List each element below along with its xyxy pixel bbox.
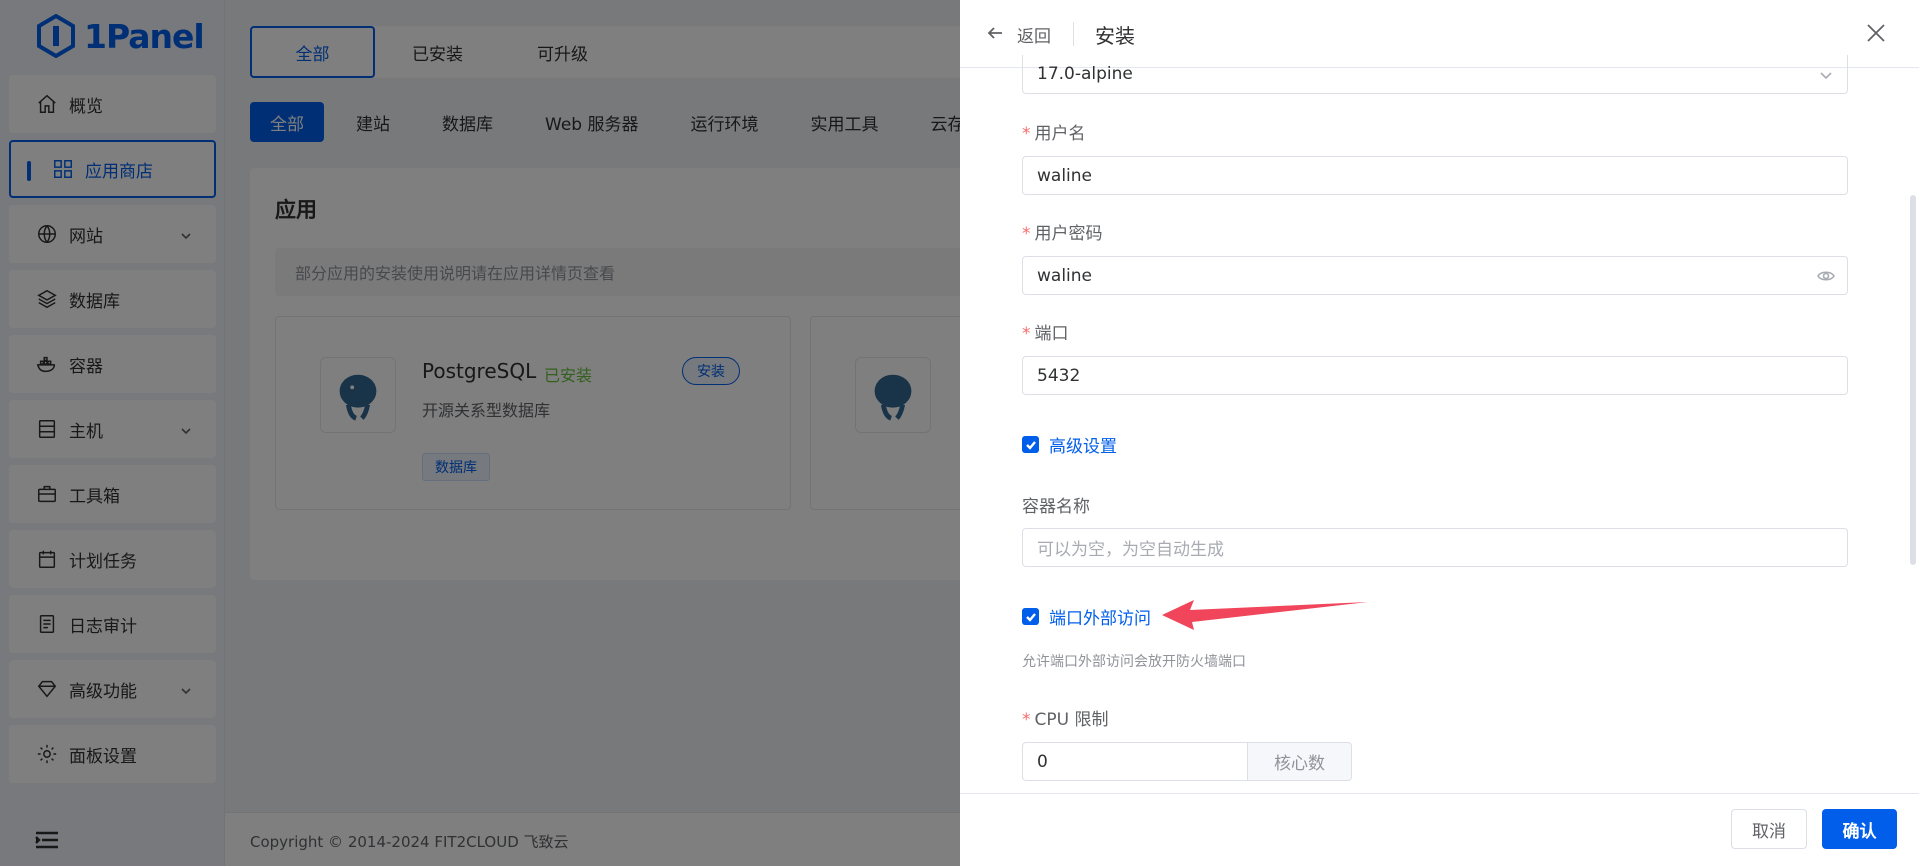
password-label: * 用户密码	[1022, 224, 1103, 244]
port-external-access-checkbox[interactable]: 端口外部访问	[1022, 604, 1151, 629]
scrollbar[interactable]	[1910, 195, 1916, 565]
username-value: waline	[1037, 165, 1093, 186]
cpu-limit-field[interactable]: 0	[1022, 742, 1248, 781]
confirm-button[interactable]: 确认	[1822, 809, 1897, 849]
cpu-limit-value: 0	[1037, 751, 1048, 772]
back-button[interactable]: 返回	[1017, 22, 1051, 47]
advanced-settings-label: 高级设置	[1049, 437, 1117, 457]
checkbox-checked-icon[interactable]	[1022, 608, 1039, 625]
drawer-footer: 取消 确认	[960, 793, 1919, 866]
port-field[interactable]: 5432	[1022, 356, 1848, 395]
header-divider	[1073, 22, 1074, 46]
close-icon[interactable]	[1865, 22, 1887, 44]
port-value: 5432	[1037, 365, 1081, 386]
container-name-field[interactable]: 可以为空，为空自动生成	[1022, 528, 1848, 567]
username-label: * 用户名	[1022, 124, 1086, 144]
drawer-title: 安装	[1095, 24, 1135, 48]
version-select[interactable]: 17.0-alpine	[1022, 55, 1848, 94]
annotation-arrow-icon	[1162, 600, 1368, 630]
version-value: 17.0-alpine	[1037, 64, 1133, 84]
back-arrow-icon[interactable]	[986, 24, 1004, 42]
external-access-help: 允许端口外部访问会放开防火墙端口	[1022, 654, 1246, 670]
checkbox-checked-icon[interactable]	[1022, 436, 1039, 453]
advanced-settings-checkbox[interactable]: 高级设置	[1022, 432, 1117, 457]
password-value: waline	[1037, 265, 1093, 286]
cpu-limit-label: * CPU 限制	[1022, 710, 1109, 730]
cancel-button[interactable]: 取消	[1731, 809, 1807, 849]
port-external-access-label: 端口外部访问	[1049, 609, 1151, 629]
password-field[interactable]: waline	[1022, 256, 1848, 295]
container-name-label: 容器名称	[1022, 497, 1090, 517]
install-drawer: 返回 安装 17.0-alpine * 用户名 waline * 用户密码 wali…	[960, 0, 1919, 866]
container-name-placeholder: 可以为空，为空自动生成	[1037, 540, 1224, 560]
username-field[interactable]: waline	[1022, 156, 1848, 195]
cpu-unit-label: 核心数	[1248, 742, 1352, 781]
eye-icon[interactable]	[1817, 267, 1835, 285]
port-label: * 端口	[1022, 324, 1069, 344]
chevron-down-icon	[1819, 67, 1833, 81]
cpu-limit-input-group: 0 核心数	[1022, 742, 1352, 781]
